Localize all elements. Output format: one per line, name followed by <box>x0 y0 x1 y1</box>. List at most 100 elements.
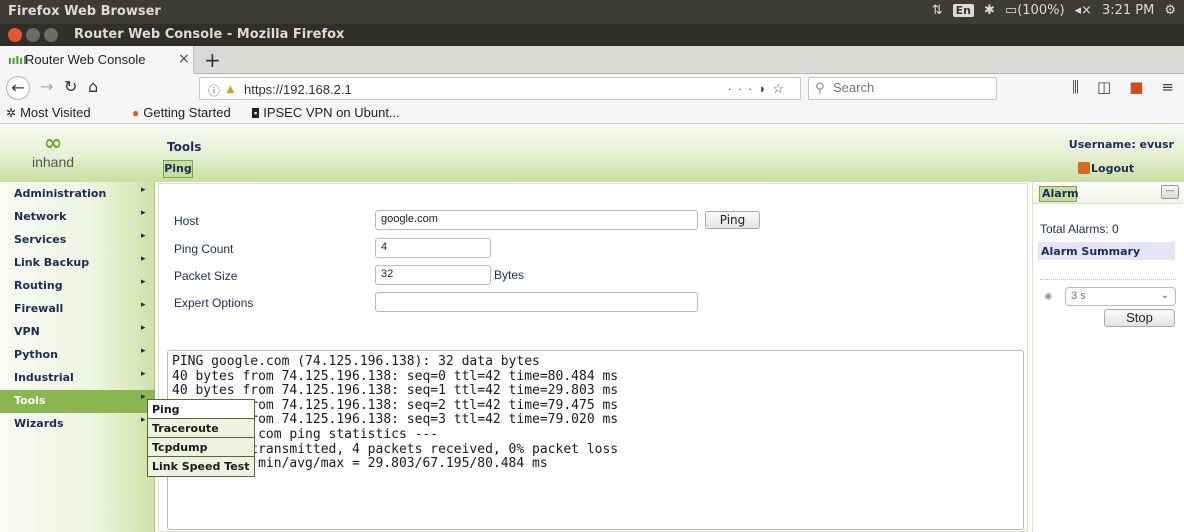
chevron-right-icon: ▸ <box>141 346 146 356</box>
sidebar-item-industrial[interactable]: Industrial ▸ <box>0 367 155 390</box>
clock[interactable]: 3:21 PM <box>1102 3 1154 18</box>
sidebar-item-python[interactable]: Python ▸ <box>0 344 155 367</box>
bookmarks-bar: ✲ Most Visited ● Getting Started ▪ IPSEC VP… <box>0 102 1184 124</box>
pocket-icon[interactable]: ◗ <box>758 81 772 96</box>
network-arrows-icon[interactable]: ⇅ <box>932 3 943 18</box>
chevron-right-icon: ▸ <box>141 254 146 264</box>
tab-close-icon[interactable]: × <box>178 51 190 67</box>
flyout-item-traceroute[interactable]: Traceroute <box>148 419 254 438</box>
sidebar-item-firewall[interactable]: Firewall ▸ <box>0 298 155 321</box>
tab-label: Router Web Console <box>25 52 146 67</box>
flyout-item-link-speed-test[interactable]: Link Speed Test <box>148 457 254 476</box>
extension-icon[interactable]: ■ <box>1129 78 1143 96</box>
url-bar[interactable]: ⓘ ▲ https://192.168.2.1 ···◗☆ <box>199 77 801 100</box>
sidebar-item-administration[interactable]: Administration ▸ <box>0 183 155 206</box>
logout-link[interactable]: Logout <box>1078 162 1134 175</box>
logo-text: inhand <box>31 154 75 170</box>
back-arrow-icon[interactable]: ← <box>6 76 30 100</box>
sidebar-item-link-backup[interactable]: Link Backup ▸ <box>0 252 155 275</box>
router-console-page: ∞ inhand Tools Ping Username: evusr Logo… <box>0 124 1184 532</box>
packet-size-unit: Bytes <box>494 268 525 282</box>
ping-output: PING google.com (74.125.196.138): 32 dat… <box>167 350 1024 530</box>
page-favicon-icon: ▪ <box>252 107 260 118</box>
sidebar-item-wizards[interactable]: Wizards ▸ <box>0 413 155 436</box>
sidebar-item-services[interactable]: Services ▸ <box>0 229 155 252</box>
minimize-icon[interactable]: — <box>1161 185 1179 199</box>
gear-star-icon: ✲ <box>6 105 17 120</box>
alarm-summary-link[interactable]: Alarm Summary <box>1038 242 1175 260</box>
window-titlebar: Router Web Console - Mozilla Firefox <box>0 24 1184 46</box>
bluetooth-icon[interactable]: ✱ <box>984 3 995 18</box>
reload-icon[interactable]: ↻ <box>64 77 77 96</box>
chevron-down-icon: ⌄ <box>1160 290 1169 301</box>
tab-router-web-console[interactable]: ıılıl Router Web Console × <box>0 46 194 74</box>
search-icon: ⚲ <box>815 81 825 96</box>
hamburger-menu-icon[interactable]: ≡ <box>1161 78 1174 96</box>
sidebar-item-tools[interactable]: Tools ▸ <box>0 390 155 413</box>
output-line: 4 packets transmitted, 4 packets receive… <box>172 441 619 457</box>
tab-strip: ıılıl Router Web Console × + <box>0 46 1184 74</box>
search-input[interactable] <box>833 80 983 95</box>
bookmark-ipsec-vpn[interactable]: ▪ IPSEC VPN on Ubunt... <box>252 105 400 120</box>
window-close-button[interactable] <box>8 28 22 42</box>
expert-options-label: Expert Options <box>174 296 254 310</box>
host-input[interactable]: google.com <box>375 210 698 230</box>
battery-indicator[interactable]: ▭(100%) <box>1005 3 1065 18</box>
bookmark-getting-started[interactable]: ● Getting Started <box>132 105 231 120</box>
sidebar-toggle-icon[interactable]: ◫ <box>1097 78 1111 96</box>
sidebar-item-label: Administration <box>14 187 107 200</box>
firefox-logo-icon: ● <box>132 105 140 120</box>
packet-size-input[interactable]: 32 <box>375 265 491 285</box>
flyout-item-tcpdump[interactable]: Tcpdump <box>148 438 254 457</box>
output-line: 40 bytes from 74.125.196.138: seq=1 ttl=… <box>172 383 619 399</box>
ping-button[interactable]: Ping <box>705 211 760 229</box>
chevron-right-icon: ▸ <box>141 323 146 333</box>
forward-arrow-icon[interactable]: → <box>40 77 53 96</box>
packet-size-label: Packet Size <box>174 269 238 283</box>
bookmark-star-icon[interactable]: ☆ <box>772 81 790 96</box>
search-box[interactable]: ⚲ <box>808 77 997 100</box>
more-dots-icon[interactable]: ··· <box>727 81 758 96</box>
window-maximize-button[interactable] <box>44 28 58 42</box>
sidebar-item-label: Firewall <box>14 302 64 315</box>
host-label: Host <box>174 214 199 228</box>
logout-icon <box>1078 162 1090 174</box>
page-actions: ···◗☆ <box>727 81 790 97</box>
settings-gear-icon[interactable]: ⚙ <box>1164 3 1176 18</box>
sidebar-item-label: Services <box>14 233 67 246</box>
sidebar-item-label: Routing <box>14 279 63 292</box>
stop-button[interactable]: Stop <box>1104 309 1175 327</box>
output-line: --- google.com ping statistics --- <box>172 426 439 442</box>
chevron-right-icon: ▸ <box>141 369 146 379</box>
nav-right-icons: ⫼ ◫ ■ ≡ <box>1072 78 1174 96</box>
bookmark-most-visited[interactable]: ✲ Most Visited <box>6 105 91 120</box>
sidebar-item-label: Tools <box>14 394 46 407</box>
window-minimize-button[interactable] <box>26 28 40 42</box>
expert-options-input[interactable] <box>375 292 698 312</box>
library-icon[interactable]: ⫼ <box>1072 78 1079 96</box>
keyboard-lang-indicator[interactable]: En <box>952 4 975 17</box>
console-header: ∞ inhand Tools Ping Username: evusr Logo… <box>0 124 1184 182</box>
output-line: 40 bytes from 74.125.196.138: seq=3 ttl=… <box>172 412 619 428</box>
sidebar-item-label: Link Backup <box>14 256 90 269</box>
logo-infinity-icon: ∞ <box>43 131 63 156</box>
sidebar-item-label: Industrial <box>14 371 74 384</box>
total-alarms: Total Alarms: 0 <box>1040 222 1119 236</box>
info-icon[interactable]: ⓘ <box>208 82 220 99</box>
sidebar-item-network[interactable]: Network ▸ <box>0 206 155 229</box>
home-icon[interactable]: ⌂ <box>88 77 98 96</box>
url-text[interactable]: https://192.168.2.1 <box>244 82 352 97</box>
output-line: PING google.com (74.125.196.138): 32 dat… <box>172 354 540 369</box>
ping-count-input[interactable]: 4 <box>375 238 491 258</box>
insecure-lock-icon[interactable]: ▲ <box>224 81 237 96</box>
alarm-header: Alarm — <box>1033 182 1183 204</box>
refresh-interval-select[interactable]: 3 s ⌄ <box>1065 287 1176 306</box>
new-tab-plus-icon[interactable]: + <box>204 48 221 72</box>
volume-icon[interactable]: ◂× <box>1075 3 1092 18</box>
username-label: Username: evusr <box>1068 138 1174 151</box>
alarm-tab[interactable]: Alarm <box>1039 186 1079 202</box>
subtab-ping[interactable]: Ping <box>163 160 193 178</box>
sidebar-item-vpn[interactable]: VPN ▸ <box>0 321 155 344</box>
sidebar-item-routing[interactable]: Routing ▸ <box>0 275 155 298</box>
flyout-item-ping[interactable]: Ping <box>148 400 254 419</box>
